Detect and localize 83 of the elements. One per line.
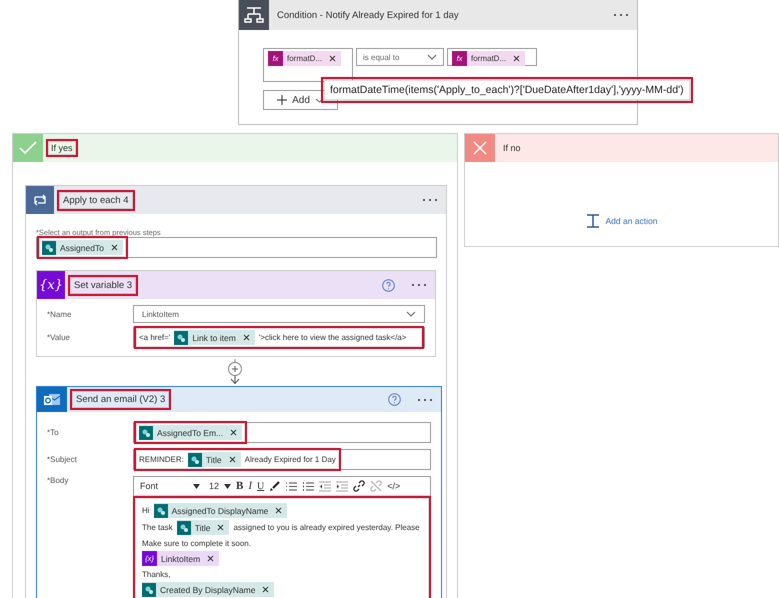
- connector-icon: [154, 504, 168, 518]
- cross-icon: [465, 134, 495, 162]
- dynamic-content-token[interactable]: Link to item: [174, 330, 255, 345]
- close-icon[interactable]: [262, 586, 270, 593]
- field-label: *Body: [47, 476, 70, 485]
- body-text: Thanks,: [142, 570, 170, 578]
- font-dropdown[interactable]: Font: [140, 481, 188, 491]
- outdent-icon[interactable]: [319, 480, 332, 492]
- close-icon[interactable]: [329, 55, 336, 62]
- body-text: The task: [142, 523, 173, 532]
- close-icon[interactable]: [513, 55, 520, 62]
- dynamic-content-token[interactable]: AssignedTo Em...: [139, 425, 242, 440]
- input-field[interactable]: AssignedTo: [36, 237, 437, 258]
- input-field[interactable]: REMINDER: Title Already Expired for 1 Day: [133, 449, 431, 470]
- expression-tooltip: formatDateTime(items('Apply_to_each')?['DueDateAfter1day'],'yyyy-MM-dd'): [324, 80, 690, 100]
- name-dropdown[interactable]: LinktoItem: [133, 305, 425, 323]
- close-icon[interactable]: [242, 334, 250, 341]
- connector-icon: [142, 582, 156, 596]
- code-view-button[interactable]: </>: [387, 481, 400, 491]
- caret-icon[interactable]: [224, 484, 232, 488]
- mail-icon: [37, 387, 67, 412]
- more-icon[interactable]: [411, 283, 427, 287]
- more-icon[interactable]: [417, 398, 433, 402]
- field-text: Already Expired for 1 Day: [244, 455, 336, 464]
- chevron-icon: [314, 98, 324, 102]
- card-title: Set variable 3: [71, 278, 136, 292]
- bold-button[interactable]: B: [236, 480, 244, 492]
- field-label: *To: [47, 428, 60, 437]
- close-icon[interactable]: [230, 429, 238, 436]
- dynamic-content-token[interactable]: Title: [188, 452, 241, 467]
- loop-icon: [26, 186, 54, 214]
- card-title: Apply to each 4: [60, 192, 132, 208]
- variable-icon: {x}: [37, 271, 65, 299]
- card-title: Condition - Notify Already Expired for 1 day: [277, 10, 460, 20]
- body-text: Hi: [142, 506, 150, 515]
- body-text: Make sure to complete it soon.: [142, 538, 251, 548]
- help-icon[interactable]: [388, 393, 401, 406]
- chevron-icon: [406, 311, 416, 317]
- connector-icon: [174, 330, 188, 344]
- plus-icon: [277, 95, 288, 105]
- numbered-list-icon[interactable]: [302, 480, 314, 492]
- card-title: Send an email (V2) 3: [73, 392, 168, 407]
- input-field[interactable]: AssignedTo Em...: [133, 422, 431, 443]
- close-icon[interactable]: [275, 507, 282, 514]
- field-label: *Value: [47, 333, 71, 342]
- field-label: *Name: [47, 310, 72, 318]
- link-icon[interactable]: [353, 480, 366, 492]
- connector-icon: [139, 426, 153, 440]
- bullet-list-icon[interactable]: [285, 480, 298, 492]
- input-field[interactable]: <a href=' Link to item '>click here to view the assigned task</a>: [133, 327, 425, 348]
- connector-icon: [176, 520, 191, 534]
- dynamic-content-token[interactable]: Created By DisplayName: [142, 582, 274, 597]
- branch-title: If no: [502, 142, 522, 154]
- close-icon[interactable]: [207, 555, 214, 562]
- close-icon[interactable]: [228, 456, 236, 463]
- check-icon: [13, 134, 43, 162]
- more-icon[interactable]: [613, 13, 629, 17]
- field-text: <a href=': [139, 333, 170, 342]
- size-dropdown[interactable]: 12: [209, 481, 220, 491]
- connector-icon: [188, 452, 202, 466]
- connector-icon: [42, 240, 56, 254]
- more-icon[interactable]: [422, 198, 438, 202]
- add-action-link[interactable]: Add an action: [586, 214, 658, 228]
- dynamic-content-token[interactable]: AssignedTo: [42, 240, 123, 255]
- brush-icon[interactable]: [269, 480, 280, 492]
- branch-title: If yes: [49, 142, 75, 154]
- add-step-connector[interactable]: [226, 359, 244, 385]
- field-text: REMINDER:: [139, 455, 184, 464]
- operator-dropdown[interactable]: is equal to: [356, 48, 444, 66]
- close-icon[interactable]: [110, 244, 118, 251]
- italic-button[interactable]: I: [248, 480, 252, 492]
- help-icon[interactable]: [382, 278, 395, 292]
- dynamic-content-token[interactable]: AssignedTo DisplayName: [154, 503, 288, 518]
- underline-button[interactable]: U: [257, 480, 264, 492]
- chevron-icon: [427, 54, 437, 60]
- caret-icon[interactable]: [193, 484, 200, 488]
- close-icon[interactable]: [217, 524, 224, 531]
- indent-icon[interactable]: [336, 480, 348, 492]
- dynamic-content-token[interactable]: Title: [176, 520, 230, 535]
- field-label: *Subject: [47, 455, 78, 464]
- add-action-icon: [586, 214, 600, 228]
- field-text: '>click here to view the assigned task</a>: [258, 333, 406, 342]
- body-text: assigned to you is already expired yesterday. Please: [233, 523, 420, 532]
